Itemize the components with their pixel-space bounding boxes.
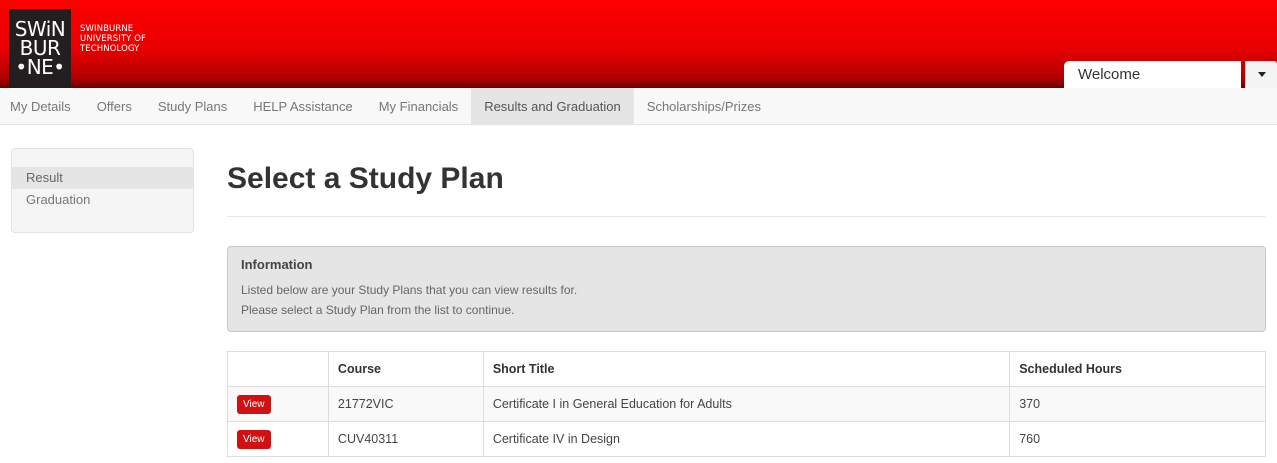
main-nav: My Details Offers Study Plans HELP Assis… xyxy=(0,88,1277,125)
nav-item-offers[interactable]: Offers xyxy=(84,88,145,124)
table-row: View CUV40311 Certificate IV in Design 7… xyxy=(227,421,1266,457)
short-title-cell: Certificate I in General Education for A… xyxy=(482,386,1011,422)
welcome-label: Welcome xyxy=(1078,66,1141,83)
university-name-line-1: SWINBURNE xyxy=(80,24,134,34)
university-name: SWINBURNE UNIVERSITY OF TECHNOLOGY xyxy=(80,24,146,54)
study-plan-table: Course Short Title Scheduled Hours View … xyxy=(227,351,1266,457)
sidebar-item-graduation[interactable]: Graduation xyxy=(12,189,193,211)
sidebar: Result Graduation xyxy=(11,148,194,233)
swinburne-logo[interactable]: SWiN BUR •NE• xyxy=(9,9,71,88)
action-cell: View xyxy=(227,386,329,422)
nav-item-my-financials[interactable]: My Financials xyxy=(366,88,471,124)
view-button[interactable]: View xyxy=(237,394,271,414)
table-row: View 21772VIC Certificate I in General E… xyxy=(227,386,1266,422)
chevron-down-icon xyxy=(1257,72,1266,77)
scheduled-hours-cell: 370 xyxy=(1009,386,1266,422)
column-header-short-title: Short Title xyxy=(482,351,1011,387)
logo-line-3: •NE• xyxy=(15,55,65,79)
page-title: Select a Study Plan xyxy=(227,162,504,195)
table-header-row: Course Short Title Scheduled Hours xyxy=(227,351,1266,387)
nav-item-help-assistance[interactable]: HELP Assistance xyxy=(240,88,365,124)
nav-item-study-plans[interactable]: Study Plans xyxy=(145,88,240,124)
nav-item-results-and-graduation[interactable]: Results and Graduation xyxy=(471,88,634,124)
information-heading: Information xyxy=(241,257,313,272)
column-header-action xyxy=(227,351,329,387)
column-header-course: Course xyxy=(327,351,484,387)
scheduled-hours-cell: 760 xyxy=(1009,421,1266,457)
nav-item-my-details[interactable]: My Details xyxy=(0,88,84,124)
nav-item-scholarships-prizes[interactable]: Scholarships/Prizes xyxy=(634,88,774,124)
course-cell: 21772VIC xyxy=(327,386,484,422)
column-header-scheduled-hours: Scheduled Hours xyxy=(1009,351,1266,387)
user-menu-dropdown-button[interactable] xyxy=(1245,61,1277,88)
site-header: SWiN BUR •NE• SWINBURNE UNIVERSITY OF TE… xyxy=(0,0,1277,88)
university-name-line-2: UNIVERSITY OF xyxy=(80,34,147,44)
university-name-line-3: TECHNOLOGY xyxy=(80,44,140,54)
title-divider xyxy=(227,216,1266,217)
short-title-cell: Certificate IV in Design xyxy=(482,421,1011,457)
sidebar-item-result[interactable]: Result xyxy=(12,167,193,189)
view-button[interactable]: View xyxy=(237,429,271,449)
course-cell: CUV40311 xyxy=(327,421,484,457)
welcome-user-menu[interactable]: Welcome xyxy=(1064,61,1241,88)
information-line-2: Please select a Study Plan from the list… xyxy=(241,303,515,317)
action-cell: View xyxy=(227,421,329,457)
information-line-1: Listed below are your Study Plans that y… xyxy=(241,283,578,297)
information-panel: Information Listed below are your Study … xyxy=(227,246,1266,332)
